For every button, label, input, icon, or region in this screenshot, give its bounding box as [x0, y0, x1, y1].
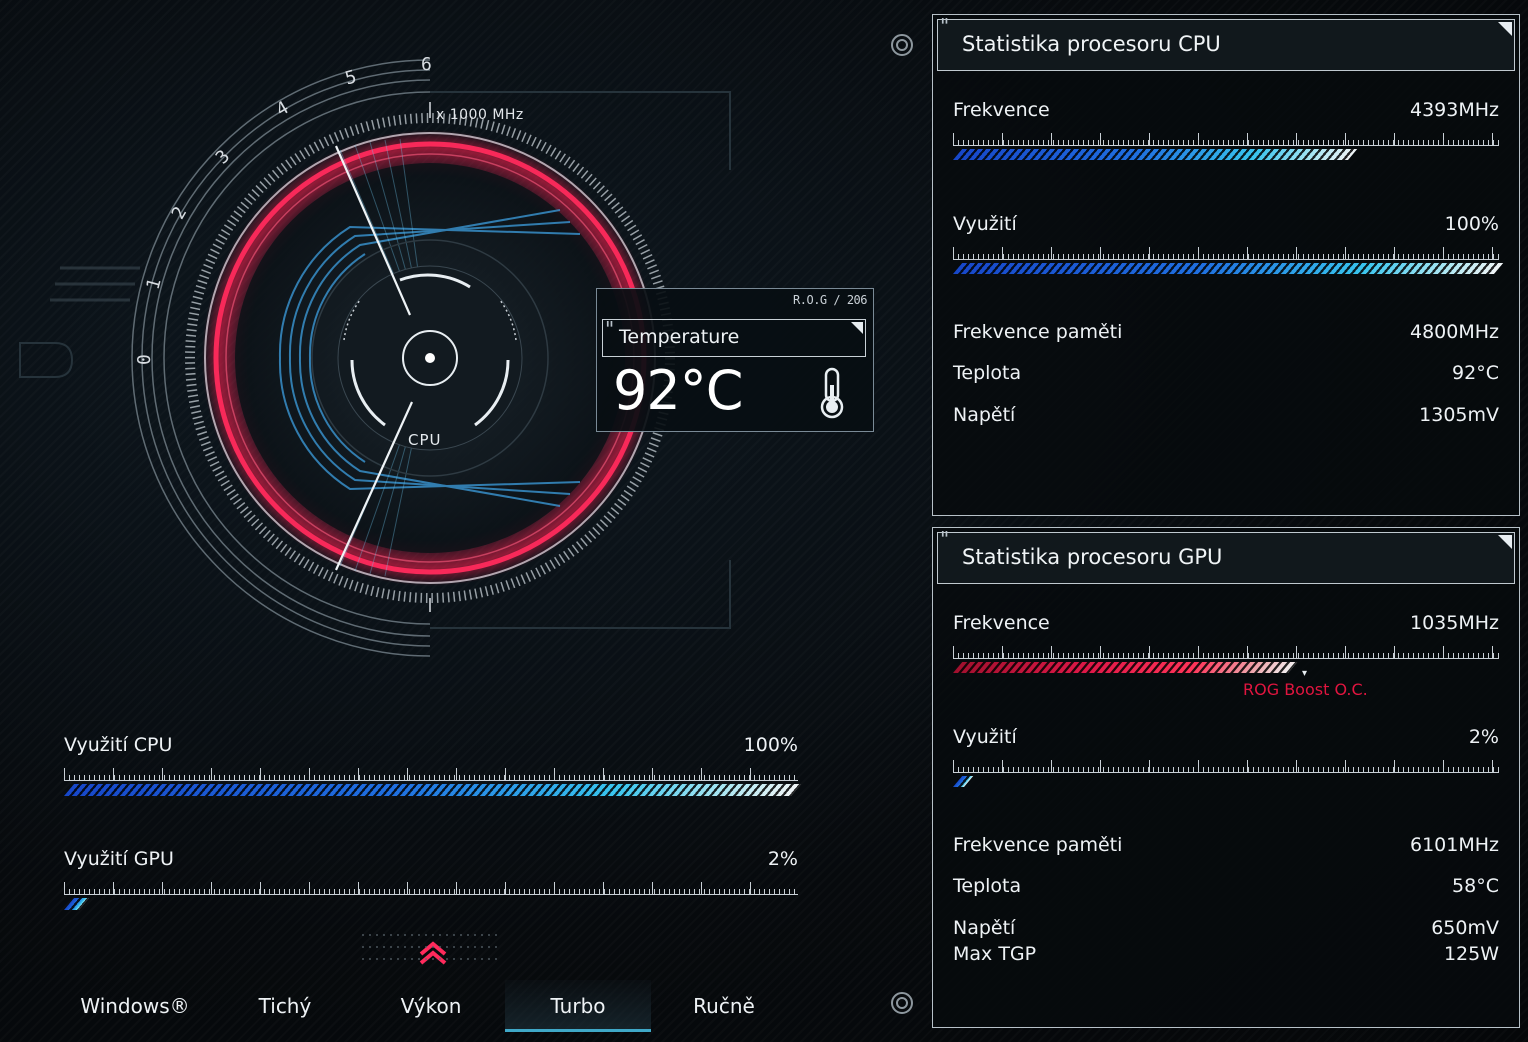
gauge-label-1: 1: [142, 276, 165, 292]
gpu-utilization-label: Využití: [953, 726, 1017, 748]
cpu-usage-scale: [64, 768, 798, 781]
cpu-usage-label: Využití CPU: [64, 734, 173, 756]
gpu-frequency-value: 1035MHz: [1409, 612, 1499, 634]
mode-manual[interactable]: Ručně: [651, 980, 797, 1032]
settings-ring-icon[interactable]: [891, 34, 913, 56]
cpu-usage-meter: Využití CPU 100%: [64, 734, 801, 804]
cpu-frequency-scale: [953, 133, 1499, 146]
gpu-frequency-meter: ▾ ROG Boost O.C.: [953, 646, 1499, 736]
cpu-stats-panel: " Statistika procesoru CPU Frekvence 439…: [932, 14, 1520, 516]
cpu-utilization-meter: [953, 247, 1503, 279]
mode-silent[interactable]: Tichý: [212, 980, 358, 1032]
gpu-utilization-row: Využití 2%: [953, 726, 1499, 754]
gpu-panel-title: Statistika procesoru GPU: [962, 545, 1223, 569]
cpu-temperature-label: Teplota: [953, 362, 1022, 384]
cpu-utilization-label: Využití: [953, 213, 1017, 235]
cpu-utilization-value: 100%: [1444, 213, 1499, 235]
gpu-usage-label: Využití GPU: [64, 848, 174, 870]
settings-ring-icon[interactable]: [891, 992, 913, 1014]
cpu-mem-freq-row: Frekvence paměti 4800MHz: [953, 321, 1499, 349]
cpu-panel-title: Statistika procesoru CPU: [962, 32, 1221, 56]
cpu-voltage-row: Napětí 1305mV: [953, 404, 1499, 432]
gpu-usage-bar: [64, 898, 798, 910]
gpu-temperature-value: 58°C: [1452, 875, 1499, 897]
cpu-utilization-fill: [953, 263, 1503, 274]
gpu-frequency-fill: [953, 662, 1298, 673]
gpu-max-tgp-row: Max TGP 125W: [953, 943, 1499, 971]
gpu-utilization-meter: [953, 760, 1499, 792]
gpu-usage-fill: [64, 898, 89, 910]
cpu-frequency-value: 4393MHz: [1409, 99, 1499, 121]
cpu-frequency-label: Frekvence: [953, 99, 1050, 121]
gpu-usage-value: 2%: [767, 848, 798, 870]
gpu-utilization-value: 2%: [1468, 726, 1499, 748]
gpu-voltage-label: Napětí: [953, 917, 1016, 939]
gpu-max-tgp-label: Max TGP: [953, 943, 1037, 965]
gpu-usage-scale: [64, 882, 798, 895]
gauge-center-label: CPU: [408, 431, 442, 449]
cpu-utilization-bar: [953, 263, 1503, 274]
thermometer-icon: [820, 367, 844, 419]
rog-brand-label: R.O.G / 206: [793, 293, 867, 307]
cpu-usage-fill: [64, 784, 801, 796]
quote-icon: ": [940, 14, 950, 38]
cpu-frequency-fill: [953, 149, 1357, 160]
gpu-frequency-bar: [953, 662, 1499, 673]
gpu-voltage-value: 650mV: [1431, 917, 1499, 939]
quote-icon: ": [605, 317, 615, 341]
rog-boost-label: ROG Boost O.C.: [1243, 680, 1368, 699]
gpu-stats-panel: " Statistika procesoru GPU Frekvence 103…: [932, 527, 1520, 1028]
cpu-utilization-scale: [953, 247, 1499, 260]
gauge-label-6: 6: [421, 54, 432, 75]
gpu-mem-freq-value: 6101MHz: [1409, 834, 1499, 856]
temperature-label: Temperature: [619, 326, 740, 348]
cpu-frequency-bar: [953, 149, 1499, 160]
cpu-usage-bar: [64, 784, 801, 796]
gauge-label-0: 0: [134, 354, 155, 365]
gpu-utilization-bar: [953, 776, 1499, 787]
cpu-temperature-row: Teplota 92°C: [953, 362, 1499, 390]
gpu-utilization-scale: [953, 760, 1499, 773]
cpu-panel-header: " Statistika procesoru CPU: [937, 14, 1515, 71]
gpu-mem-freq-row: Frekvence paměti 6101MHz: [953, 834, 1499, 862]
cpu-voltage-label: Napětí: [953, 404, 1016, 426]
gauge-hub: [425, 353, 435, 363]
gpu-usage-meter: Využití GPU 2%: [64, 848, 798, 918]
cpu-temperature-value: 92°C: [1452, 362, 1499, 384]
gpu-max-tgp-value: 125W: [1443, 943, 1499, 965]
gauge-unit-label: x 1000 MHz: [436, 107, 524, 123]
gpu-panel-header: " Statistika procesoru GPU: [937, 527, 1515, 584]
cpu-mem-freq-label: Frekvence paměti: [953, 321, 1123, 343]
mode-turbo[interactable]: Turbo: [505, 980, 651, 1032]
mode-windows[interactable]: Windows®: [62, 980, 208, 1032]
gpu-utilization-fill: [953, 776, 974, 787]
cpu-frequency-row: Frekvence 4393MHz: [953, 99, 1499, 127]
cpu-mem-freq-value: 4800MHz: [1409, 321, 1499, 343]
temperature-card: R.O.G / 206 " Temperature 92°C: [596, 288, 874, 432]
gpu-frequency-row: Frekvence 1035MHz: [953, 612, 1499, 640]
cpu-utilization-row: Využití 100%: [953, 213, 1499, 241]
mode-performance[interactable]: Výkon: [358, 980, 504, 1032]
gpu-temperature-row: Teplota 58°C: [953, 875, 1499, 903]
gpu-temperature-label: Teplota: [953, 875, 1022, 897]
gpu-voltage-row: Napětí 650mV: [953, 917, 1499, 945]
cpu-usage-value: 100%: [743, 734, 798, 756]
cpu-frequency-meter: [953, 133, 1499, 165]
gpu-frequency-scale: [953, 646, 1499, 659]
gpu-frequency-label: Frekvence: [953, 612, 1050, 634]
mode-dots: [362, 934, 502, 964]
gpu-mem-freq-label: Frekvence paměti: [953, 834, 1123, 856]
boost-marker-icon: ▾: [1302, 668, 1308, 679]
operating-mode-tabs: Windows® Tichý Výkon Turbo Ručně: [62, 980, 798, 1032]
cpu-voltage-value: 1305mV: [1419, 404, 1499, 426]
quote-icon: ": [940, 527, 950, 551]
temperature-value: 92°C: [613, 359, 743, 422]
